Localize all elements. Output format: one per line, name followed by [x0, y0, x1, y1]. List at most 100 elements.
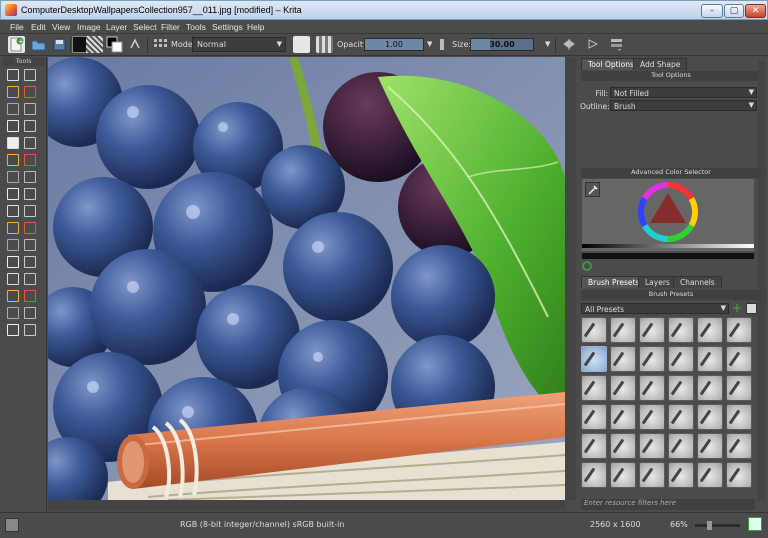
brush-preset-item[interactable]: [668, 433, 694, 459]
brush-preset-item[interactable]: [610, 317, 636, 343]
brush-preset-item[interactable]: [639, 317, 665, 343]
menu-image[interactable]: Image: [77, 22, 101, 32]
fill-bucket-icon[interactable]: [7, 222, 19, 234]
mirror-vertical-icon[interactable]: [585, 36, 602, 53]
bezier-curve-icon[interactable]: [7, 137, 19, 149]
menu-edit[interactable]: Edit: [31, 22, 46, 32]
rectangle-icon[interactable]: [7, 120, 19, 132]
fit-view-icon[interactable]: [748, 517, 762, 531]
magnetic-select-icon[interactable]: [24, 324, 36, 336]
color-wheel[interactable]: [637, 181, 699, 243]
brush-preset-item[interactable]: [697, 404, 723, 430]
menu-layer[interactable]: Layer: [106, 22, 127, 32]
outline-select-icon[interactable]: [24, 290, 36, 302]
brush-preset-item[interactable]: [581, 404, 607, 430]
brush-preset-item[interactable]: [726, 317, 752, 343]
tab-add-shape[interactable]: Add Shape: [633, 58, 688, 70]
zoom-icon[interactable]: [7, 256, 19, 268]
tab-channels[interactable]: Channels: [673, 276, 722, 288]
brush-preset-item[interactable]: [610, 375, 636, 401]
polygon-icon[interactable]: [24, 154, 36, 166]
brush-preset-item[interactable]: [581, 317, 607, 343]
brush-preset-item[interactable]: [610, 346, 636, 372]
color-picker-icon[interactable]: [24, 86, 36, 98]
tab-layers[interactable]: Layers: [638, 276, 677, 288]
close-button[interactable]: ✕: [745, 4, 766, 18]
opacity-slider[interactable]: 1.00: [364, 38, 424, 51]
grid-icon[interactable]: [24, 205, 36, 217]
brush-preset-item[interactable]: [581, 375, 607, 401]
text-tool-icon[interactable]: [24, 69, 36, 81]
tab-brush-presets[interactable]: Brush Presets: [581, 276, 647, 288]
perspective-icon[interactable]: [24, 239, 36, 251]
polyline-icon[interactable]: [7, 171, 19, 183]
minimize-button[interactable]: –: [701, 4, 723, 18]
gradient-icon[interactable]: [24, 222, 36, 234]
brush-preset-item[interactable]: [697, 317, 723, 343]
brush-preset-item[interactable]: [610, 433, 636, 459]
brush-preset-item[interactable]: [668, 375, 694, 401]
refresh-icon[interactable]: [582, 261, 592, 271]
foreground-background-color-icon[interactable]: [106, 36, 123, 53]
brush-preset-item[interactable]: [581, 462, 607, 488]
resource-filter-input[interactable]: Enter resource filters here: [581, 499, 755, 510]
bezier-select-icon[interactable]: [7, 324, 19, 336]
zoom-slider[interactable]: [695, 521, 740, 530]
brush-preset-item[interactable]: [697, 433, 723, 459]
contiguous-select-icon[interactable]: [7, 307, 19, 319]
select-shapes-icon[interactable]: [7, 69, 19, 81]
brush-preset-item[interactable]: [581, 346, 607, 372]
canvas-image[interactable]: [48, 57, 565, 500]
crop-icon[interactable]: [7, 188, 19, 200]
presets-filter-select[interactable]: All Presets ▼: [581, 303, 729, 314]
brush-preset-item[interactable]: [639, 375, 665, 401]
brush-preset-item[interactable]: [639, 346, 665, 372]
ellipse-select-icon[interactable]: [24, 273, 36, 285]
maximize-button[interactable]: ▢: [724, 4, 744, 18]
dynamic-brush-icon[interactable]: [7, 154, 19, 166]
pattern-icon[interactable]: [86, 36, 103, 53]
workspace-icon[interactable]: [608, 36, 625, 53]
color-picker-icon[interactable]: [585, 182, 600, 197]
canvas-vertical-scrollbar[interactable]: [565, 57, 576, 500]
tab-tool-options[interactable]: Tool Options: [581, 58, 641, 70]
preset-view-icon[interactable]: [746, 303, 757, 314]
new-document-icon[interactable]: +: [8, 36, 25, 53]
brush-preset-item[interactable]: [639, 462, 665, 488]
brush-preset-item[interactable]: [668, 317, 694, 343]
layer-thumbnail-icon[interactable]: [5, 518, 19, 532]
eraser-mode-icon[interactable]: [293, 36, 310, 53]
assistant-icon[interactable]: [7, 239, 19, 251]
menu-help[interactable]: Help: [247, 22, 264, 32]
brush-preset-item[interactable]: [610, 462, 636, 488]
brush-preset-item[interactable]: [697, 346, 723, 372]
preserve-alpha-icon[interactable]: [316, 36, 333, 53]
brush-preset-item[interactable]: [668, 462, 694, 488]
brush-preset-item[interactable]: [726, 404, 752, 430]
blend-mode-select[interactable]: Normal ▼: [192, 37, 286, 52]
menu-tools[interactable]: Tools: [186, 22, 206, 32]
swap-colors-icon[interactable]: [127, 36, 144, 53]
menu-view[interactable]: View: [52, 22, 70, 32]
opacity-dropdown-icon[interactable]: ▼: [427, 40, 432, 48]
brush-preset-item[interactable]: [610, 404, 636, 430]
brush-preset-item[interactable]: [581, 433, 607, 459]
menu-settings[interactable]: Settings: [212, 22, 243, 32]
brush-preset-item[interactable]: [726, 433, 752, 459]
size-slider[interactable]: 30.00: [470, 38, 534, 51]
opacity-lock-icon[interactable]: [436, 36, 448, 53]
similar-select-icon[interactable]: [24, 307, 36, 319]
freehand-path-icon[interactable]: [24, 137, 36, 149]
brush-preset-item[interactable]: [726, 346, 752, 372]
docker-scrollbar[interactable]: [758, 61, 766, 501]
freehand-brush-icon[interactable]: [7, 86, 19, 98]
zoom-slider-handle[interactable]: [707, 521, 712, 530]
outline-select[interactable]: Brush ▼: [610, 100, 757, 111]
size-dropdown-icon[interactable]: ▼: [545, 40, 550, 48]
transform-icon[interactable]: [7, 205, 19, 217]
move-icon[interactable]: [24, 188, 36, 200]
brush-preset-item[interactable]: [639, 404, 665, 430]
ellipse-icon[interactable]: [24, 120, 36, 132]
menu-select[interactable]: Select: [133, 22, 157, 32]
brush-preset-item[interactable]: [726, 462, 752, 488]
